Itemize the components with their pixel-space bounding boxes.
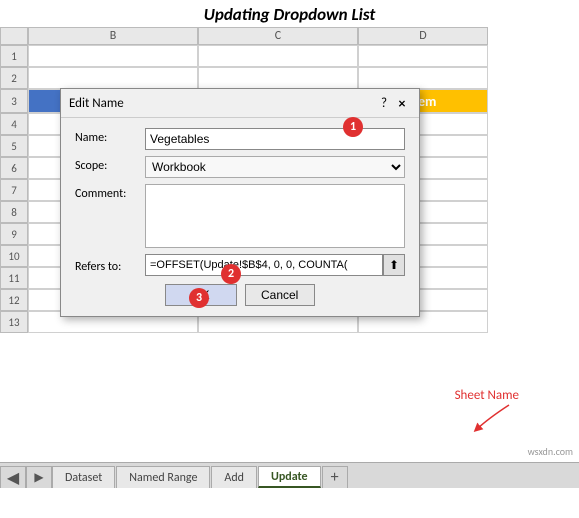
cell-2b bbox=[28, 67, 198, 89]
table-row: 1 bbox=[0, 45, 579, 67]
tab-add[interactable]: Add bbox=[211, 466, 257, 488]
ok-button[interactable]: OK bbox=[165, 284, 236, 306]
comment-row: Comment: bbox=[75, 184, 405, 248]
watermark: wsxdn.com bbox=[528, 445, 573, 458]
refers-label: Refers to: bbox=[75, 257, 145, 274]
spreadsheet-area: Updating Dropdown List B C D 1 2 3 Veget… bbox=[0, 0, 579, 488]
dialog-title: Edit Name bbox=[69, 96, 124, 111]
refers-input[interactable] bbox=[145, 254, 383, 276]
tab-dataset[interactable]: Dataset bbox=[52, 466, 115, 488]
dialog-help-icon[interactable]: ? bbox=[381, 96, 387, 111]
dialog-close-icon[interactable]: × bbox=[393, 94, 411, 112]
row-num-3: 3 bbox=[0, 89, 28, 113]
cell-1b bbox=[28, 45, 198, 67]
add-sheet-button[interactable]: ◀ bbox=[0, 466, 26, 488]
new-sheet-button[interactable]: + bbox=[322, 466, 348, 488]
name-input[interactable] bbox=[145, 128, 405, 150]
table-row: 2 bbox=[0, 67, 579, 89]
page-title: Updating Dropdown List bbox=[0, 0, 579, 27]
dialog-titlebar: Edit Name ? × bbox=[61, 89, 419, 118]
tab-named-range[interactable]: Named Range bbox=[116, 466, 210, 488]
edit-name-dialog: Edit Name ? × Name: Scope: Workbook bbox=[60, 88, 420, 317]
col-d-header: D bbox=[358, 27, 488, 45]
dialog-buttons: OK Cancel bbox=[75, 284, 405, 306]
row-num-1: 1 bbox=[0, 45, 28, 67]
col-a-header bbox=[0, 27, 28, 45]
comment-textarea[interactable] bbox=[145, 184, 405, 248]
tab-update[interactable]: Update bbox=[258, 466, 321, 488]
column-headers: B C D bbox=[0, 27, 579, 45]
row-num-2: 2 bbox=[0, 67, 28, 89]
scope-row: Scope: Workbook bbox=[75, 156, 405, 178]
cell-2d bbox=[358, 67, 488, 89]
tab-bar: ◀ ▶ Dataset Named Range Add Update + bbox=[0, 462, 579, 488]
sheet-name-annotation: Sheet Name bbox=[455, 388, 519, 433]
name-label: Name: bbox=[75, 128, 145, 145]
cancel-button[interactable]: Cancel bbox=[245, 284, 315, 306]
spreadsheet: Updating Dropdown List B C D 1 2 3 Veget… bbox=[0, 0, 579, 488]
dialog-controls: ? × bbox=[381, 94, 411, 112]
cell-2c bbox=[198, 67, 358, 89]
scope-label: Scope: bbox=[75, 156, 145, 173]
scope-select[interactable]: Workbook bbox=[145, 156, 405, 178]
refers-row: Refers to: ⬆ bbox=[75, 254, 405, 276]
refers-collapse-button[interactable]: ⬆ bbox=[383, 254, 405, 276]
dialog-body: Name: Scope: Workbook Comment: Re bbox=[61, 118, 419, 316]
col-b-header: B bbox=[28, 27, 198, 45]
cell-1d bbox=[358, 45, 488, 67]
comment-label: Comment: bbox=[75, 184, 145, 201]
row-num-4: 4 bbox=[0, 113, 28, 135]
col-c-header: C bbox=[198, 27, 358, 45]
name-row: Name: bbox=[75, 128, 405, 150]
cell-1c bbox=[198, 45, 358, 67]
next-sheet-button[interactable]: ▶ bbox=[26, 466, 52, 488]
